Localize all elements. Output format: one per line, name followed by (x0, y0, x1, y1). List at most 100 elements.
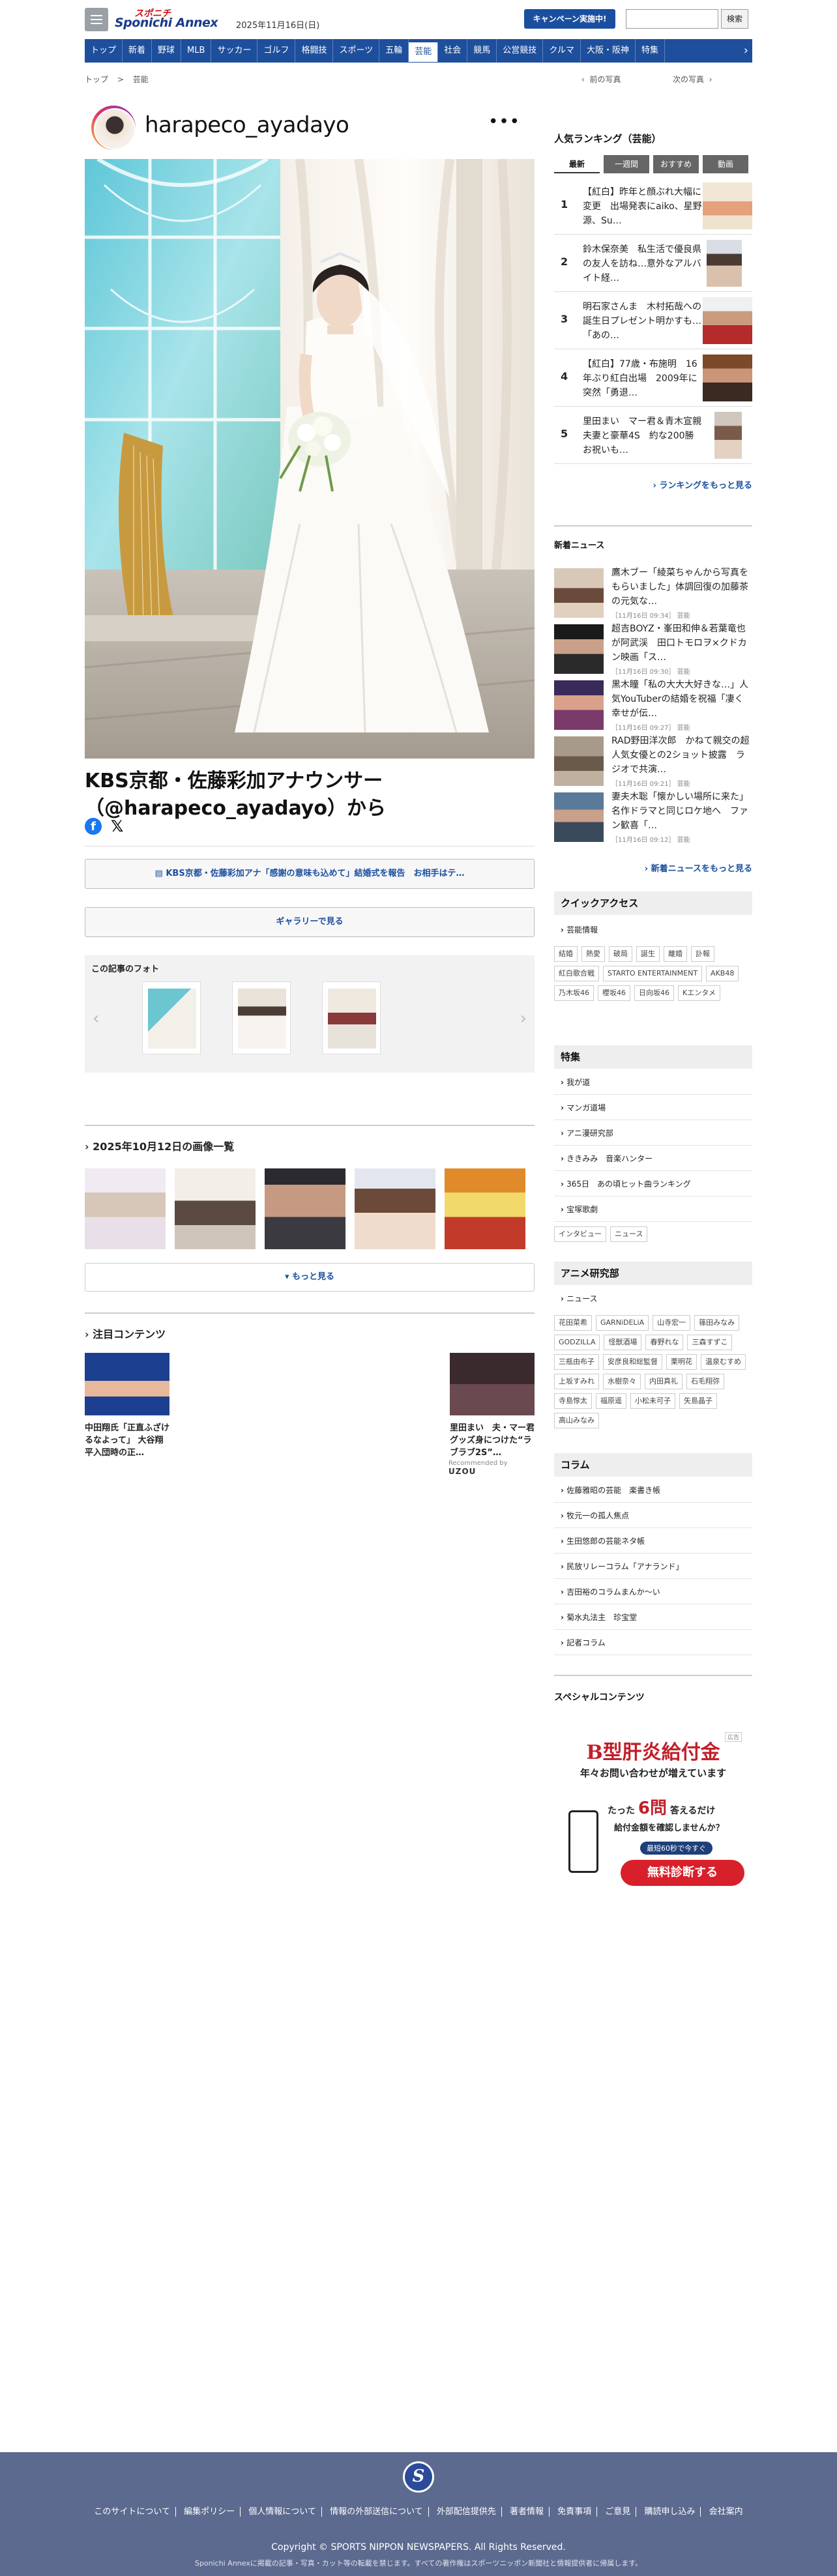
column-link[interactable]: 記者コラム (554, 1630, 752, 1655)
instagram-username[interactable]: harapeco_ayadayo (145, 112, 349, 138)
tag[interactable]: 三瓶由布子 (554, 1354, 599, 1370)
footer-link[interactable]: 会社案内 (704, 2507, 748, 2517)
nav-item-golf[interactable]: ゴルフ (257, 39, 296, 63)
ranking-item[interactable]: 2 鈴木保奈美 私生活で優良県の友人を訪ね…意外なアルバイト経… (554, 235, 752, 292)
special-link[interactable]: 我が道 (554, 1070, 752, 1095)
advertisement[interactable]: 広告 B型肝炎給付金 年々お問い合わせが増えています たった 6問 答えるだけ … (554, 1727, 752, 1896)
carousel-next-icon[interactable]: › (520, 1009, 527, 1028)
related-thumbnail[interactable] (232, 981, 291, 1054)
news-item[interactable]: RAD野田洋次郎 かねて親交の超人気女優との2ショット披露 ラジオで共演… ［1… (554, 734, 752, 795)
main-photo[interactable] (85, 159, 535, 759)
search-button[interactable]: 検索 (721, 9, 748, 29)
column-link[interactable]: 生田悠郎の芸能ネタ帳 (554, 1529, 752, 1554)
nav-item-sports[interactable]: スポーツ (333, 39, 380, 63)
ranking-item[interactable]: 5 里田まい マー君＆青木宣親夫妻と豪華4S 約な200勝お祝いも… (554, 407, 752, 464)
related-thumbnail[interactable] (142, 981, 201, 1054)
x-share-icon[interactable]: 𝕏 (111, 818, 128, 835)
gallery-button[interactable]: ギャラリーで見る (85, 907, 535, 937)
column-link[interactable]: 吉田裕のコラムまんか〜い (554, 1580, 752, 1604)
date-image-thumb[interactable] (85, 1168, 166, 1249)
nav-item-entertainment[interactable]: 芸能 (409, 42, 439, 62)
nav-item-fighting[interactable]: 格闘技 (295, 39, 334, 63)
special-link[interactable]: 宝塚歌劇 (554, 1197, 752, 1222)
date-image-thumb[interactable] (355, 1168, 435, 1249)
tag[interactable]: ニュース (610, 1226, 648, 1242)
tag[interactable]: 熱愛 (581, 946, 605, 962)
ad-cta-button[interactable]: 無料診断する (621, 1860, 744, 1886)
nav-item-olympics[interactable]: 五輪 (379, 39, 409, 63)
related-thumbnail[interactable] (322, 981, 381, 1054)
nav-item-features[interactable]: 特集 (636, 39, 665, 63)
tab-recommended[interactable]: おすすめ (653, 155, 699, 173)
footer-link[interactable]: 情報の外部送信について (325, 2507, 429, 2517)
tag[interactable]: 離婚 (664, 946, 687, 962)
news-item[interactable]: 妻夫木聡「懐かしい場所に来た」名作ドラマと同じロケ地へ ファン歓喜「… ［11月… (554, 790, 752, 851)
footer-link[interactable]: 免責事項 (552, 2507, 598, 2517)
nav-item-cars[interactable]: クルマ (543, 39, 581, 63)
footer-link[interactable]: 外部配信提供先 (431, 2507, 502, 2517)
ranking-item[interactable]: 1 【紅白】昨年と顔ぶれ大幅に変更 出場発表にaiko、星野源、Su… (554, 177, 752, 235)
prev-photo-link[interactable]: ‹ 前の写真 (581, 74, 621, 85)
avatar[interactable] (91, 106, 136, 150)
attention-card[interactable]: 里田まい 夫・マー君グッズ身につけた“ラブラブ2S”… (450, 1353, 535, 1459)
tag[interactable]: 春野れな (645, 1335, 684, 1350)
tag[interactable]: 寺島惇太 (554, 1393, 592, 1409)
nav-item-mlb[interactable]: MLB (181, 39, 212, 63)
tag[interactable]: 三森すずこ (687, 1335, 733, 1350)
tab-video[interactable]: 動画 (703, 155, 748, 173)
hamburger-menu-icon[interactable] (85, 8, 108, 31)
tag[interactable]: 怪獣酒場 (604, 1335, 642, 1350)
tag[interactable]: GODZILLA (554, 1335, 600, 1350)
carousel-prev-icon[interactable]: ‹ (93, 1009, 99, 1028)
campaign-button[interactable]: キャンペーン実施中! (524, 9, 615, 29)
ranking-item[interactable]: 3 明石家さんま 木村拓哉への誕生日プレゼント明かすも…「あの… (554, 292, 752, 349)
more-images-button[interactable]: もっと見る (85, 1263, 535, 1292)
footer-link[interactable]: 個人情報について (243, 2507, 322, 2517)
special-link[interactable]: アニ漫研究部 (554, 1121, 752, 1146)
column-link[interactable]: 民放リレーコラム「アナランド」 (554, 1554, 752, 1579)
breadcrumb-home[interactable]: トップ (85, 75, 108, 84)
tag[interactable]: GARNiDELiA (596, 1315, 649, 1331)
tag[interactable]: 花田菜希 (554, 1315, 592, 1331)
tag[interactable]: 日向坂46 (634, 985, 674, 1001)
tag[interactable]: 高山みなみ (554, 1413, 599, 1428)
next-photo-link[interactable]: 次の写真 › (673, 74, 712, 85)
tab-week[interactable]: 一週間 (604, 155, 649, 173)
footer-link[interactable]: 著者情報 (504, 2507, 550, 2517)
nav-item-osaka-hanshin[interactable]: 大阪・阪神 (581, 39, 636, 63)
nav-item-horse-racing[interactable]: 競馬 (467, 39, 497, 63)
tag[interactable]: 安彦良和総監督 (603, 1354, 662, 1370)
tag[interactable]: 乃木坂46 (554, 985, 594, 1001)
nav-item-public-racing[interactable]: 公営競技 (497, 39, 544, 63)
tag[interactable]: 水樹奈々 (603, 1374, 641, 1389)
footer-logo[interactable]: S (403, 2461, 434, 2493)
tag[interactable]: 破局 (609, 946, 632, 962)
tag[interactable]: 石毛翔弥 (686, 1374, 724, 1389)
tag[interactable]: インタビュー (554, 1226, 606, 1242)
tag[interactable]: 櫻坂46 (598, 985, 630, 1001)
tag[interactable]: 訃報 (691, 946, 714, 962)
tag[interactable]: 上坂すみれ (554, 1374, 599, 1389)
nav-item-latest[interactable]: 新着 (123, 39, 153, 63)
tag[interactable]: 山寺宏一 (653, 1315, 691, 1331)
quick-access-link[interactable]: 芸能情報 (554, 918, 752, 942)
more-options-icon[interactable]: ••• (488, 112, 520, 132)
column-link[interactable]: 牧元一の孤人焦点 (554, 1503, 752, 1528)
date-image-thumb[interactable] (445, 1168, 525, 1249)
nav-item-baseball[interactable]: 野球 (152, 39, 182, 63)
tag[interactable]: 栗明花 (666, 1354, 697, 1370)
tag[interactable]: 温泉むすめ (701, 1354, 746, 1370)
date-image-thumb[interactable] (265, 1168, 345, 1249)
special-link[interactable]: マンガ道場 (554, 1095, 752, 1120)
tag[interactable]: Kエンタメ (678, 985, 720, 1001)
site-logo[interactable]: スポニチ Sponichi Annex (115, 7, 229, 31)
tag[interactable]: 結婚 (554, 946, 578, 962)
footer-link[interactable]: 購読申し込み (639, 2507, 701, 2517)
tag[interactable]: 福原遥 (596, 1393, 626, 1409)
ranking-more-link[interactable]: ランキングをもっと見る (554, 478, 752, 491)
nav-item-soccer[interactable]: サッカー (211, 39, 258, 63)
news-item[interactable]: 超吉BOYZ・峯田和伸＆若葉竜也が阿武渓 田口トモロヲ×クドカン映画「ス… ［1… (554, 622, 752, 683)
news-item[interactable]: 鷹木ブー「綾菜ちゃんから写真をもらいました」体調回復の加藤茶の元気な… ［11月… (554, 566, 752, 627)
date-image-thumb[interactable] (175, 1168, 256, 1249)
tag[interactable]: STARTO ENTERTAINMENT (603, 966, 703, 981)
